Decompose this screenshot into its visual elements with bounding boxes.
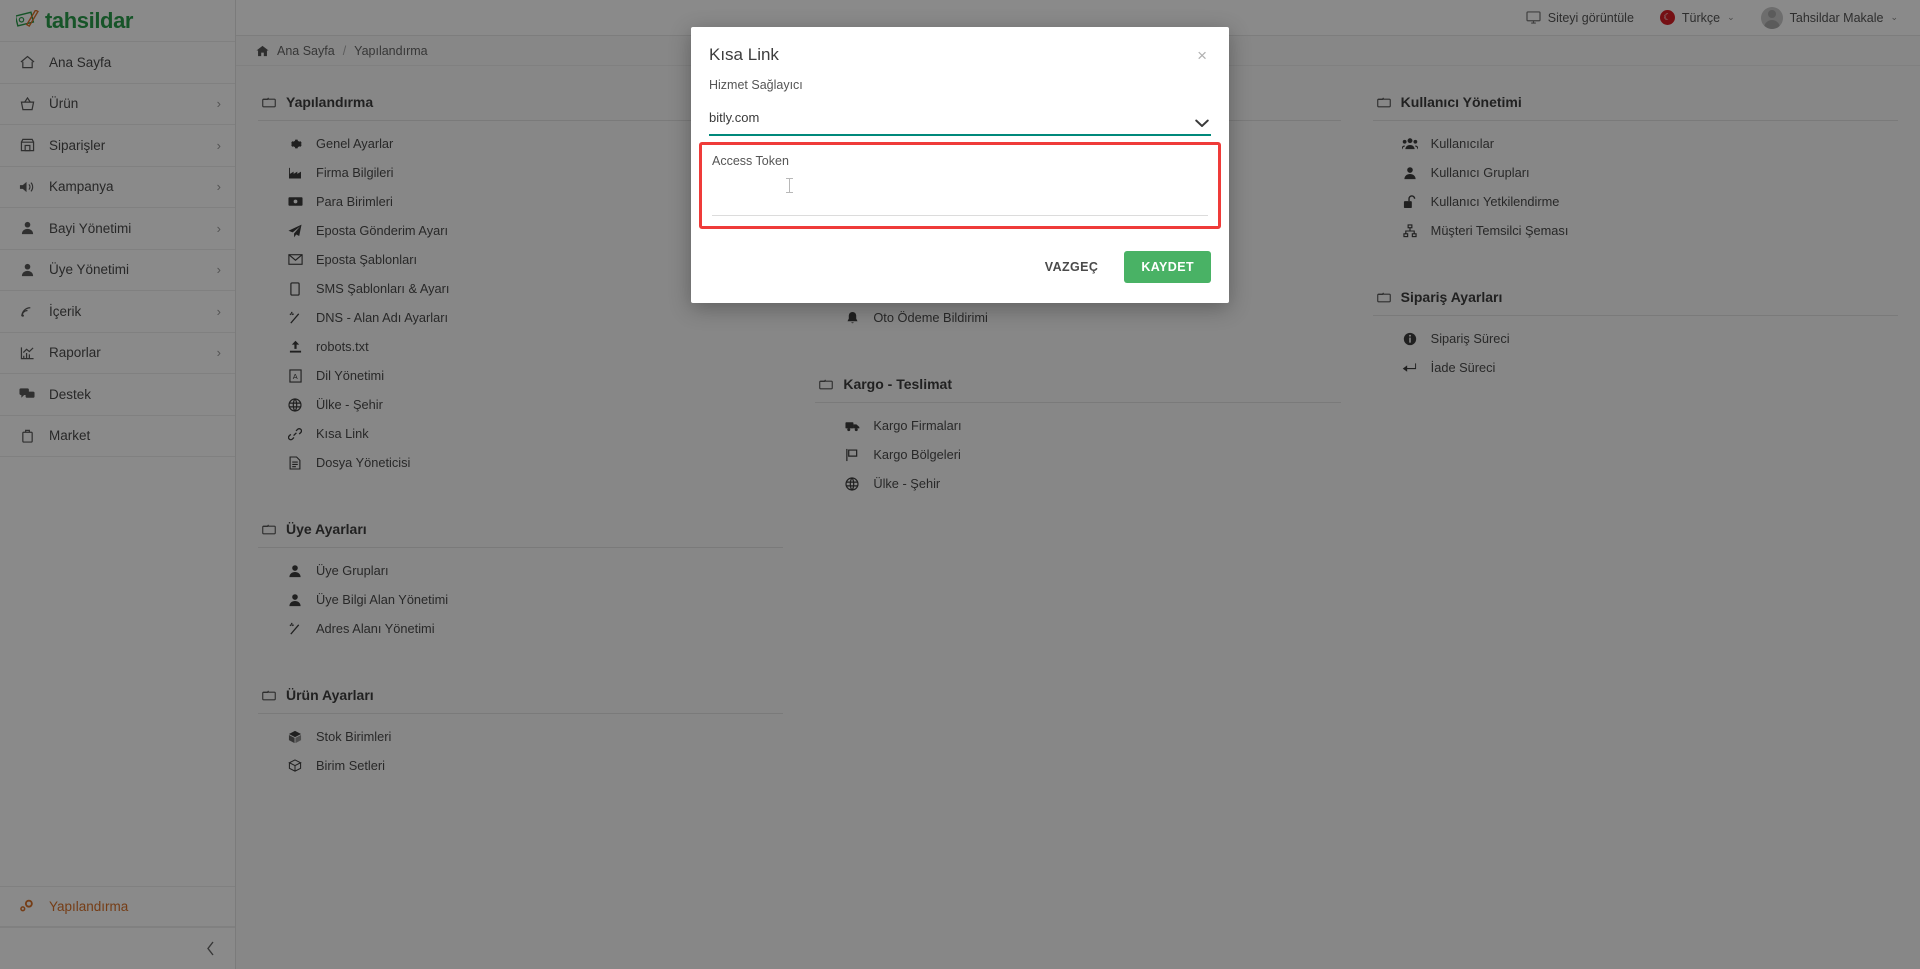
access-token-input-row [712,172,1208,216]
provider-field-label: Hizmet Sağlayıcı [709,78,803,92]
text-cursor-icon [786,178,793,193]
app-root: tahsildar Ana Sayfa Ürün › Siparişler › … [0,0,1920,969]
modal-title: Kısa Link [709,45,779,64]
provider-selected-value[interactable]: bitly.com [709,106,1211,136]
modal-header: Kısa Link × [709,27,1211,72]
access-token-label: Access Token [712,154,789,168]
close-icon[interactable]: × [1193,45,1211,66]
save-button[interactable]: KAYDET [1124,251,1211,283]
kisa-link-modal: Kısa Link × Hizmet Sağlayıcı bitly.com A… [691,27,1229,303]
cancel-button[interactable]: VAZGEÇ [1033,252,1111,282]
access-token-highlight: Access Token [699,142,1221,229]
provider-select[interactable]: bitly.com [709,106,1211,136]
modal-footer: VAZGEÇ KAYDET [709,229,1211,303]
modal-body: Hizmet Sağlayıcı bitly.com Access Token [699,72,1221,229]
